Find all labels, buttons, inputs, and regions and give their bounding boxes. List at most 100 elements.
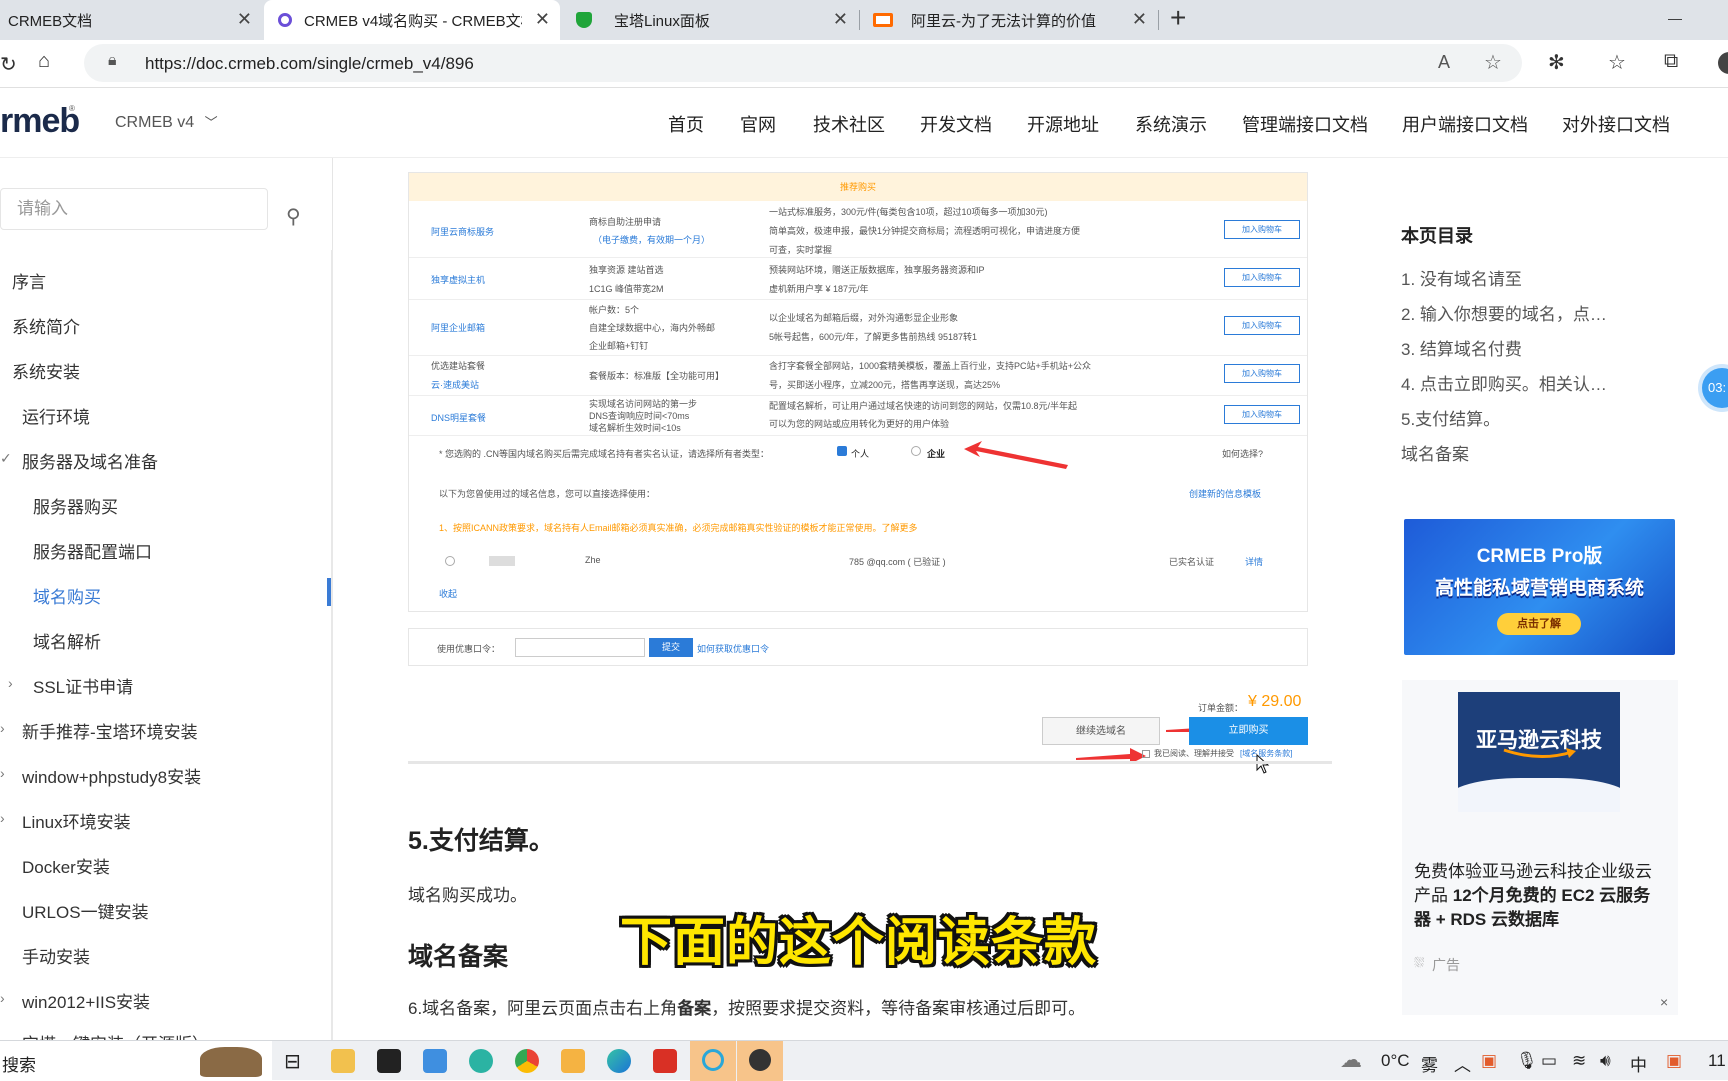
sidebar-item-phpstudy[interactable]: window+phpstudy8安装 (22, 763, 201, 788)
nav-home[interactable]: 首页 (668, 111, 704, 137)
chevron-right-icon[interactable]: › (0, 765, 5, 781)
file-explorer-icon[interactable] (331, 1049, 355, 1073)
toc-item[interactable]: 1. 没有域名请至 (1401, 265, 1522, 290)
owner-personal-label[interactable]: 个人 (851, 447, 869, 460)
sidebar-item-preface[interactable]: 序言 (12, 268, 46, 293)
chevron-right-icon[interactable]: › (0, 990, 5, 1006)
sidebar-search-input[interactable] (1, 189, 267, 229)
tab-close-icon[interactable]: ✕ (833, 9, 848, 30)
chrome-icon[interactable] (515, 1049, 539, 1073)
nav-community[interactable]: 技术社区 (813, 111, 885, 137)
add-to-cart-button[interactable]: 加入购物车 (1224, 405, 1300, 424)
crmeb-pro-ad[interactable]: CRMEB Pro版 高性能私域营销电商系统 点击了解 (1404, 519, 1675, 655)
nav-admin-api[interactable]: 管理端接口文档 (1242, 111, 1368, 137)
sidebar-item-bt-oneclick[interactable]: 宝塔一键安装（开源版） (22, 1030, 209, 1040)
extensions-icon[interactable]: ✻ (1548, 50, 1565, 75)
lock-icon[interactable]: 🔒︎ (108, 52, 117, 70)
nav-user-api[interactable]: 用户端接口文档 (1402, 111, 1528, 137)
create-template-link[interactable]: 创建新的信息模板 (1189, 487, 1261, 500)
nav-official-site[interactable]: 官网 (740, 111, 776, 137)
wps-icon[interactable] (653, 1049, 677, 1073)
radio-personal-icon[interactable] (837, 446, 847, 456)
tab-close-icon[interactable]: ✕ (535, 9, 550, 30)
volume-icon[interactable]: 🔊︎ (1600, 1051, 1611, 1071)
sidebar-item-server-buy[interactable]: 服务器购买 (33, 493, 118, 518)
app-icon[interactable] (423, 1049, 447, 1073)
add-to-cart-button[interactable]: 加入购物车 (1224, 268, 1300, 287)
tray-chevron-icon[interactable]: ︿ (1454, 1051, 1471, 1076)
nav-demo[interactable]: 系统演示 (1135, 111, 1207, 137)
search-icon[interactable]: ⚲ (286, 204, 301, 229)
browser-app-icon[interactable] (469, 1049, 493, 1073)
tray-app-icon[interactable]: ▣ (1666, 1051, 1682, 1071)
weather-temp[interactable]: 0°C (1381, 1051, 1410, 1071)
tab-crmeb-docs[interactable]: CRMEB文档 ✕ (0, 0, 262, 40)
sidebar-item-server-domain[interactable]: 服务器及域名准备 (22, 448, 158, 473)
home-icon[interactable]: ⌂ (38, 50, 50, 73)
row-name[interactable]: 独享虚拟主机 (431, 273, 485, 286)
crmeb-logo[interactable]: rmeb (0, 102, 80, 141)
nav-external-api[interactable]: 对外接口文档 (1562, 111, 1670, 137)
toc-item[interactable]: 3. 结算域名付费 (1401, 335, 1522, 360)
clock[interactable]: 11 (1708, 1051, 1726, 1071)
ad-close-button[interactable]: × (1660, 994, 1668, 1010)
read-aloud-icon[interactable]: A (1438, 52, 1450, 73)
weather-icon[interactable]: ☁ (1340, 1047, 1362, 1073)
tab-close-icon[interactable]: ✕ (1132, 9, 1147, 30)
sidebar-item-manual[interactable]: 手动安装 (22, 943, 90, 968)
favorites-icon[interactable]: ☆ (1608, 50, 1626, 75)
sidebar-item-install[interactable]: 系统安装 (12, 358, 80, 383)
sidebar-item-server-port[interactable]: 服务器配置端口 (33, 538, 152, 563)
template-detail-link[interactable]: 详情 (1245, 555, 1263, 568)
tab-aliyun[interactable]: 阿里云-为了无法计算的价值 ✕ (861, 0, 1157, 40)
collapse-link[interactable]: 收起 (439, 587, 457, 600)
toc-item[interactable]: 4. 点击立即购买。相关认… (1401, 370, 1607, 395)
tab-bt-panel[interactable]: 宝塔Linux面板 ✕ (562, 0, 858, 40)
chevron-right-icon[interactable]: › (8, 675, 13, 691)
minimize-button[interactable]: — (1668, 10, 1682, 26)
sidebar-item-docker[interactable]: Docker安装 (22, 853, 110, 878)
how-choose-link[interactable]: 如何选择? (1222, 447, 1263, 460)
sidebar-item-intro[interactable]: 系统简介 (12, 313, 80, 338)
toc-item[interactable]: 2. 输入你想要的域名，点… (1401, 300, 1607, 325)
collections-icon[interactable]: ⧉ (1664, 50, 1678, 73)
row-name[interactable]: 阿里云商标服务 (431, 225, 494, 238)
radio-company-icon[interactable] (911, 446, 921, 456)
taskbar-search[interactable]: 搜索 (0, 1041, 272, 1081)
template-radio-icon[interactable] (445, 556, 455, 566)
sidebar-item-urlos[interactable]: URLOS一键安装 (22, 898, 149, 923)
version-selector[interactable]: CRMEB v4 ﹀ (115, 112, 218, 132)
sidebar-item-runtime-env[interactable]: 运行环境 (22, 403, 90, 428)
nav-dev-docs[interactable]: 开发文档 (920, 111, 992, 137)
ime-indicator[interactable]: 中 (1630, 1051, 1647, 1076)
edge-icon[interactable] (607, 1049, 631, 1073)
sidebar-scroll-track[interactable] (331, 250, 333, 1040)
new-tab-button[interactable]: + (1170, 2, 1186, 34)
add-favorite-icon[interactable]: ☆ (1484, 50, 1502, 75)
refresh-icon[interactable]: ↻ (0, 52, 17, 77)
sidebar-item-bt-install[interactable]: 新手推荐-宝塔环境安装 (22, 718, 198, 743)
app-icon[interactable] (561, 1049, 585, 1073)
profile-avatar[interactable] (1718, 52, 1728, 74)
tab-close-icon[interactable]: ✕ (237, 9, 252, 30)
notion-icon[interactable] (377, 1049, 401, 1073)
sidebar-item-domain-dns[interactable]: 域名解析 (33, 628, 101, 653)
microphone-icon[interactable]: 🎙︎ (1516, 1051, 1538, 1071)
row-name[interactable]: DNS明星套餐 (431, 411, 486, 424)
sidebar-item-domain-buy[interactable]: 域名购买 (33, 583, 101, 608)
chevron-right-icon[interactable]: › (0, 720, 5, 736)
task-view-icon[interactable]: ⊟ (284, 1049, 301, 1074)
address-bar[interactable]: 🔒︎ https://doc.crmeb.com/single/crmeb_v4… (84, 44, 1522, 82)
sidebar-item-ssl[interactable]: SSL证书申请 (33, 673, 133, 698)
continue-select-button[interactable]: 继续选域名 (1042, 717, 1160, 745)
add-to-cart-button[interactable]: 加入购物车 (1224, 364, 1300, 383)
add-to-cart-button[interactable]: 加入购物车 (1224, 316, 1300, 335)
coupon-how-link[interactable]: 如何获取优惠口令 (697, 642, 769, 655)
sidebar-item-iis[interactable]: win2012+IIS安装 (22, 988, 150, 1013)
tab-crmeb-domain[interactable]: CRMEB v4域名购买 - CRMEB文档 ✕ (264, 0, 560, 40)
row-name[interactable]: 云·速成美站 (431, 378, 479, 391)
owner-company-label[interactable]: 企业 (927, 447, 945, 460)
tray-app-icon[interactable]: ▣ (1481, 1051, 1497, 1071)
coupon-input[interactable] (515, 638, 645, 657)
taskbar-active-app[interactable] (737, 1041, 783, 1081)
